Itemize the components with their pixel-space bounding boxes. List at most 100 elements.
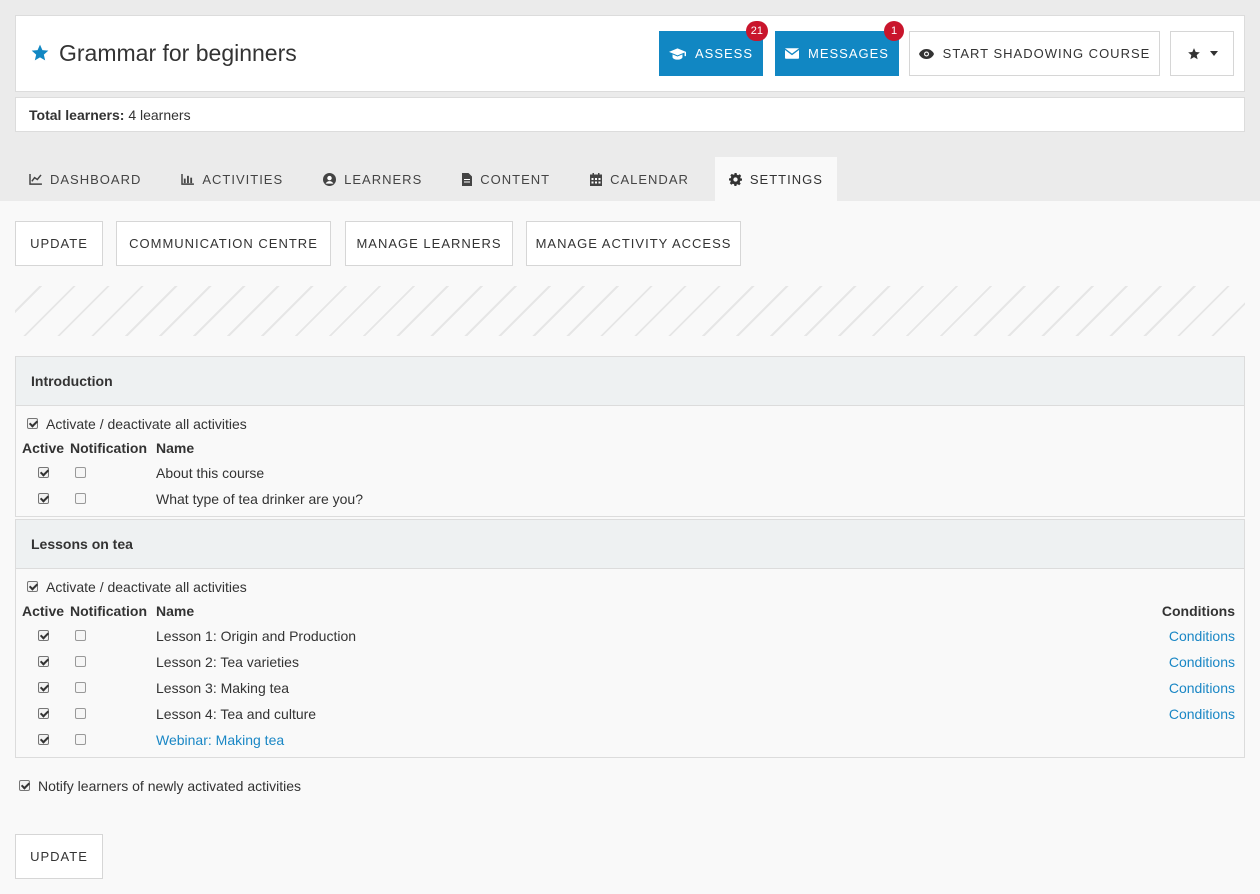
total-learners-label: Total learners:: [29, 107, 125, 123]
webinar-link[interactable]: Webinar: Making tea: [156, 732, 284, 748]
conditions-link[interactable]: Conditions: [1169, 654, 1235, 670]
star-icon[interactable]: [30, 43, 50, 63]
table-row: Lesson 4: Tea and culture Conditions: [16, 705, 1244, 725]
tab-activities-label: Activities: [202, 171, 284, 187]
conditions-link[interactable]: Conditions: [1169, 706, 1235, 722]
tab-settings[interactable]: Settings: [714, 157, 837, 201]
section-lessons-on-tea: Lessons on tea Activate / deactivate all…: [15, 519, 1245, 758]
course-tabs: Dashboard Activities Learners Content Ca…: [15, 157, 849, 201]
tab-content-label: Content: [480, 171, 551, 187]
column-active: Active: [22, 603, 65, 619]
notification-checkbox[interactable]: [75, 467, 86, 478]
section-title: Introduction: [16, 357, 1244, 406]
column-notification: Notification: [70, 603, 147, 619]
tab-learners[interactable]: Learners: [309, 157, 436, 201]
notification-checkbox[interactable]: [75, 734, 86, 745]
tab-calendar-label: Calendar: [610, 171, 689, 187]
activity-name: What type of tea drinker are you?: [156, 491, 363, 507]
notification-checkbox[interactable]: [75, 630, 86, 641]
activity-name: About this course: [156, 465, 265, 481]
chart-line-icon: [29, 173, 42, 185]
user-circle-icon: [323, 172, 337, 186]
notify-learners-checkbox[interactable]: [19, 780, 30, 791]
toggle-all-label: Activate / deactivate all activities: [46, 579, 247, 595]
calendar-icon: [590, 172, 603, 186]
notification-checkbox[interactable]: [75, 682, 86, 693]
notification-checkbox[interactable]: [75, 493, 86, 504]
notification-checkbox[interactable]: [75, 656, 86, 667]
start-shadowing-button[interactable]: Start shadowing course: [909, 31, 1160, 76]
eye-icon: [918, 48, 934, 59]
active-checkbox[interactable]: [38, 682, 49, 693]
table-row: Webinar: Making tea: [16, 731, 1244, 751]
section-title: Lessons on tea: [16, 520, 1244, 569]
assess-count-badge: 21: [745, 21, 768, 41]
table-row: Lesson 2: Tea varieties Conditions: [16, 653, 1244, 673]
table-row: Lesson 1: Origin and Production Conditio…: [16, 627, 1244, 647]
update-button-top[interactable]: Update: [15, 221, 103, 266]
toggle-all-checkbox[interactable]: [27, 581, 38, 592]
notify-learners-label: Notify learners of newly activated activ…: [38, 778, 301, 794]
conditions-link[interactable]: Conditions: [1169, 680, 1235, 696]
column-name: Name: [156, 440, 195, 456]
communication-centre-button[interactable]: Communication centre: [116, 221, 331, 266]
assess-label: Assess: [694, 46, 754, 61]
hatched-divider: [15, 286, 1245, 336]
document-icon: [462, 172, 473, 186]
column-conditions: Conditions: [1161, 603, 1235, 619]
active-checkbox[interactable]: [38, 656, 49, 667]
column-name: Name: [156, 603, 195, 619]
active-checkbox[interactable]: [38, 734, 49, 745]
bar-chart-icon: [181, 173, 195, 185]
column-active: Active: [22, 440, 65, 456]
manage-learners-button[interactable]: Manage learners: [345, 221, 513, 266]
section-introduction: Introduction Activate / deactivate all a…: [15, 356, 1245, 517]
page-title: Grammar for beginners: [59, 40, 297, 66]
envelope-icon: [785, 48, 800, 59]
active-checkbox[interactable]: [38, 630, 49, 641]
tab-calendar[interactable]: Calendar: [576, 157, 703, 201]
notification-checkbox[interactable]: [75, 708, 86, 719]
tab-settings-label: Settings: [749, 171, 823, 187]
toggle-all-checkbox[interactable]: [27, 418, 38, 429]
favorite-dropdown-button[interactable]: [1170, 31, 1234, 76]
update-button-bottom[interactable]: Update: [15, 834, 103, 879]
tab-activities[interactable]: Activities: [167, 157, 297, 201]
tab-dashboard-label: Dashboard: [50, 171, 142, 187]
active-checkbox[interactable]: [38, 493, 49, 504]
conditions-link[interactable]: Conditions: [1169, 628, 1235, 644]
activity-name: Lesson 2: Tea varieties: [156, 654, 299, 670]
tab-content[interactable]: Content: [448, 157, 564, 201]
assess-button[interactable]: Assess 21: [659, 21, 768, 76]
activity-name: Lesson 3: Making tea: [156, 680, 290, 696]
settings-panel: Update Communication centre Manage learn…: [0, 201, 1260, 894]
graduation-cap-icon: [668, 47, 686, 60]
column-notification: Notification: [70, 440, 147, 456]
activity-name: Lesson 1: Origin and Production: [156, 628, 357, 644]
messages-button[interactable]: Messages 1: [775, 21, 904, 76]
table-row: About this course: [16, 464, 1244, 484]
activity-name: Lesson 4: Tea and culture: [156, 706, 317, 722]
toggle-all-label: Activate / deactivate all activities: [46, 416, 247, 432]
column-header-row: Active Notification Name Conditions: [16, 602, 1244, 622]
active-checkbox[interactable]: [38, 467, 49, 478]
toggle-all-row: Activate / deactivate all activities: [16, 578, 1244, 598]
messages-count-badge: 1: [884, 21, 904, 41]
caret-down-icon: [1209, 51, 1218, 56]
messages-label: Messages: [808, 46, 889, 61]
manage-activity-access-button[interactable]: Manage activity access: [526, 221, 741, 266]
star-dropdown-icon: [1187, 47, 1200, 59]
total-learners-value: 4 learners: [128, 107, 191, 123]
toggle-all-row: Activate / deactivate all activities: [16, 415, 1244, 435]
notify-row: Notify learners of newly activated activ…: [0, 777, 1260, 797]
table-row: What type of tea drinker are you?: [16, 490, 1244, 510]
column-header-row: Active Notification Name: [16, 439, 1244, 459]
tab-dashboard[interactable]: Dashboard: [15, 157, 155, 201]
table-row: Lesson 3: Making tea Conditions: [16, 679, 1244, 699]
start-shadowing-label: Start shadowing course: [942, 46, 1151, 61]
active-checkbox[interactable]: [38, 708, 49, 719]
course-header: Grammar for beginners Assess 21 Messages…: [15, 15, 1245, 92]
tab-learners-label: Learners: [344, 171, 423, 187]
gear-icon: [728, 172, 742, 186]
total-learners-bar: Total learners: 4 learners: [15, 97, 1245, 132]
